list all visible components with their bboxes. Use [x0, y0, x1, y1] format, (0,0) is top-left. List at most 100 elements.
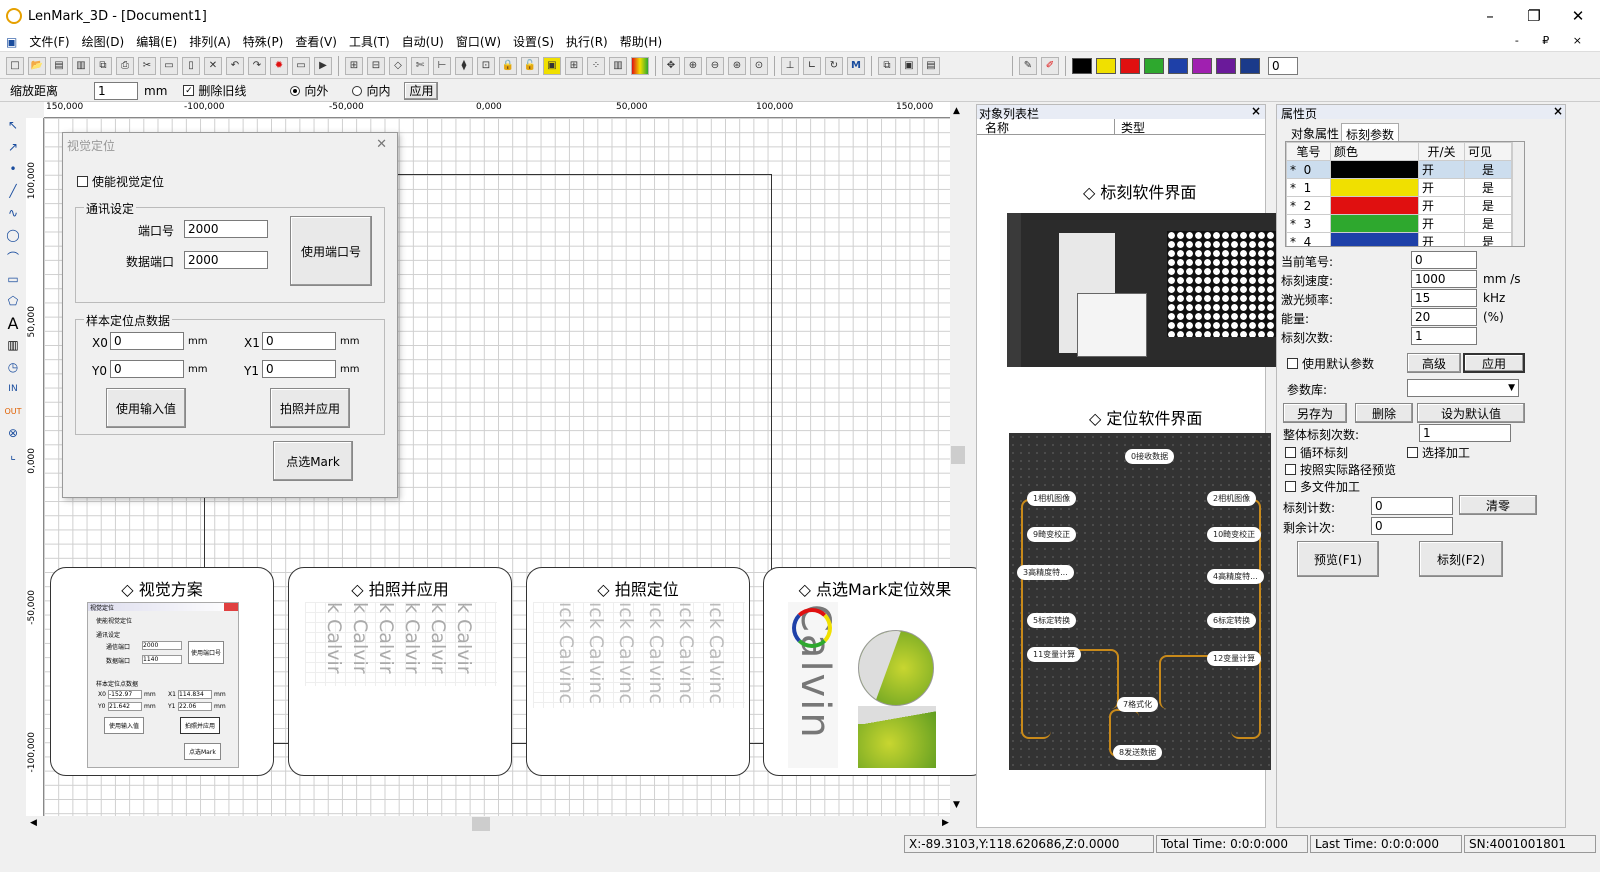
ungroup-icon[interactable]: ⊟ [367, 56, 385, 75]
pen-on[interactable]: 开 [1418, 232, 1465, 246]
table-row[interactable]: * 1 开 是 [1286, 178, 1512, 197]
polygon-icon[interactable]: ⬠ [3, 291, 23, 311]
minimize-button[interactable]: – [1468, 0, 1512, 32]
photo-apply-button[interactable]: 拍照并应用 [270, 388, 350, 428]
pen-table-scrollbar[interactable] [1512, 142, 1524, 246]
use-input-button[interactable]: 使用输入值 [106, 388, 186, 428]
pen-visible[interactable]: 是 [1464, 214, 1512, 233]
pen-on[interactable]: 开 [1418, 178, 1465, 197]
flow-node[interactable]: 7格式化 [1117, 697, 1159, 712]
pen-icon[interactable]: ✎ [1019, 56, 1037, 75]
cur-pen-input[interactable]: 0 [1411, 251, 1477, 269]
power-input[interactable]: 20 [1411, 308, 1477, 326]
undo-icon[interactable]: ↶ [226, 56, 244, 75]
select-arrow-icon[interactable]: ↖ [3, 115, 23, 135]
color-swatch-3[interactable] [1144, 57, 1164, 74]
freq-input[interactable]: 15 [1411, 289, 1477, 307]
table-row[interactable]: * 0 开 是 [1286, 160, 1512, 179]
zoom-distance-input[interactable]: 1 [94, 81, 139, 100]
group-icon[interactable]: ⊞ [345, 56, 363, 75]
rotate-icon[interactable]: ↻ [825, 56, 843, 75]
color-swatch-0[interactable] [1072, 57, 1092, 74]
outward-radio[interactable] [290, 85, 301, 96]
param-lib-select[interactable]: ▼ [1407, 379, 1519, 397]
flow-node[interactable]: 10畸变校正 [1207, 527, 1262, 542]
count-input[interactable]: 1 [1411, 327, 1477, 345]
speed-input[interactable]: 1000 [1411, 270, 1477, 288]
pen-on[interactable]: 开 [1418, 160, 1465, 179]
inward-radio[interactable] [352, 85, 363, 96]
mark-button[interactable]: 标刻(F2) [1419, 541, 1503, 577]
print-icon[interactable]: ⎙ [116, 56, 134, 75]
menu-view[interactable]: 查看(V) [289, 33, 343, 50]
grid-icon[interactable]: ⊞ [565, 56, 583, 75]
flow-node[interactable]: 8发送数据 [1113, 745, 1163, 760]
window-icon[interactable]: ⧉ [878, 56, 896, 75]
select-proc-checkbox[interactable] [1407, 447, 1418, 458]
canvas-horizontal-scrollbar[interactable]: ◀ ▶ [26, 816, 966, 832]
timer-icon[interactable]: ◷ [3, 357, 23, 377]
color-swatch-2[interactable] [1120, 57, 1140, 74]
barcode-icon[interactable]: ▥ [3, 335, 23, 355]
color-swatch-4[interactable] [1168, 57, 1188, 74]
extend-axis-icon[interactable]: ⌞ [3, 445, 23, 465]
lock-yellow-icon[interactable]: ▣ [543, 56, 561, 75]
mirror-icon[interactable]: ⧫ [455, 56, 473, 75]
menu-execute[interactable]: 执行(R) [560, 33, 614, 50]
barcode-tool-icon[interactable]: ▥ [609, 56, 627, 75]
pen-visible[interactable]: 是 [1464, 232, 1512, 246]
zoom-out-icon[interactable]: ⊖ [706, 56, 724, 75]
screen-icon[interactable]: ▣ [900, 56, 918, 75]
cut-icon[interactable]: ✂ [138, 56, 156, 75]
input-icon[interactable]: IN [3, 379, 23, 399]
preview-button[interactable]: 预览(F1) [1297, 541, 1379, 577]
pen-visible[interactable]: 是 [1464, 160, 1512, 179]
flow-node[interactable]: 3高精度特... [1017, 565, 1074, 580]
menu-window[interactable]: 窗口(W) [450, 33, 507, 50]
enable-vision-checkbox[interactable] [77, 176, 88, 187]
x1-input[interactable]: 0 [262, 332, 336, 350]
clear-button[interactable]: 清零 [1459, 495, 1537, 515]
pick-mark-button[interactable]: 点选Mark [273, 441, 353, 481]
output-icon[interactable]: OUT [3, 401, 23, 421]
col-type[interactable]: 类型 [1115, 119, 1145, 135]
align-icon[interactable]: ⊢ [433, 56, 451, 75]
redo-icon[interactable]: ↷ [248, 56, 266, 75]
close-button[interactable]: ✕ [1556, 0, 1600, 32]
laser-icon[interactable]: ✹ [270, 56, 288, 75]
color-swatch-5[interactable] [1192, 57, 1212, 74]
scroll-left-icon[interactable]: ◀ [30, 818, 37, 828]
flow-node[interactable]: 0接收数据 [1125, 449, 1175, 464]
maximize-button[interactable]: ❐ [1512, 0, 1556, 32]
save-icon[interactable]: ▤ [50, 56, 68, 75]
array-icon[interactable]: ⊡ [477, 56, 495, 75]
table-row[interactable]: * 2 开 是 [1286, 196, 1512, 215]
scroll-up-icon[interactable]: ▲ [953, 106, 960, 116]
ellipse-icon[interactable]: ◯ [3, 225, 23, 245]
axis-icon[interactable]: ⊥ [781, 56, 799, 75]
flow-node[interactable]: 1相机图像 [1027, 491, 1077, 506]
port-input[interactable]: 2000 [184, 220, 268, 238]
doc-copy-icon[interactable]: ▤ [922, 56, 940, 75]
flow-node[interactable]: 6标定转换 [1207, 613, 1257, 628]
properties-close-icon[interactable]: × [1553, 104, 1563, 118]
menu-settings[interactable]: 设置(S) [507, 33, 560, 50]
preview-path-checkbox[interactable] [1285, 464, 1296, 475]
node-edit-icon[interactable]: ↗ [3, 137, 23, 157]
marker-icon[interactable]: ✐ [1041, 56, 1059, 75]
color-index-input[interactable]: 0 [1268, 56, 1298, 75]
y1-input[interactable]: 0 [262, 360, 336, 378]
scroll-down-icon[interactable]: ▼ [953, 800, 960, 810]
pen-visible[interactable]: 是 [1464, 178, 1512, 197]
color-swatch-1[interactable] [1096, 57, 1116, 74]
axis-l-icon[interactable]: ∟ [803, 56, 821, 75]
menu-tools[interactable]: 工具(T) [343, 33, 396, 50]
apply-offset-button[interactable]: 应用 [404, 81, 439, 100]
pan-icon[interactable]: ✥ [662, 56, 680, 75]
y0-input[interactable]: 0 [110, 360, 184, 378]
unlock-icon[interactable]: 🔓 [521, 56, 539, 75]
flow-node[interactable]: 11变量计算 [1027, 647, 1082, 662]
scissors-icon[interactable]: ✄ [411, 56, 429, 75]
lock-icon[interactable]: 🔒 [499, 56, 517, 75]
total-count-input[interactable]: 1 [1419, 424, 1511, 442]
